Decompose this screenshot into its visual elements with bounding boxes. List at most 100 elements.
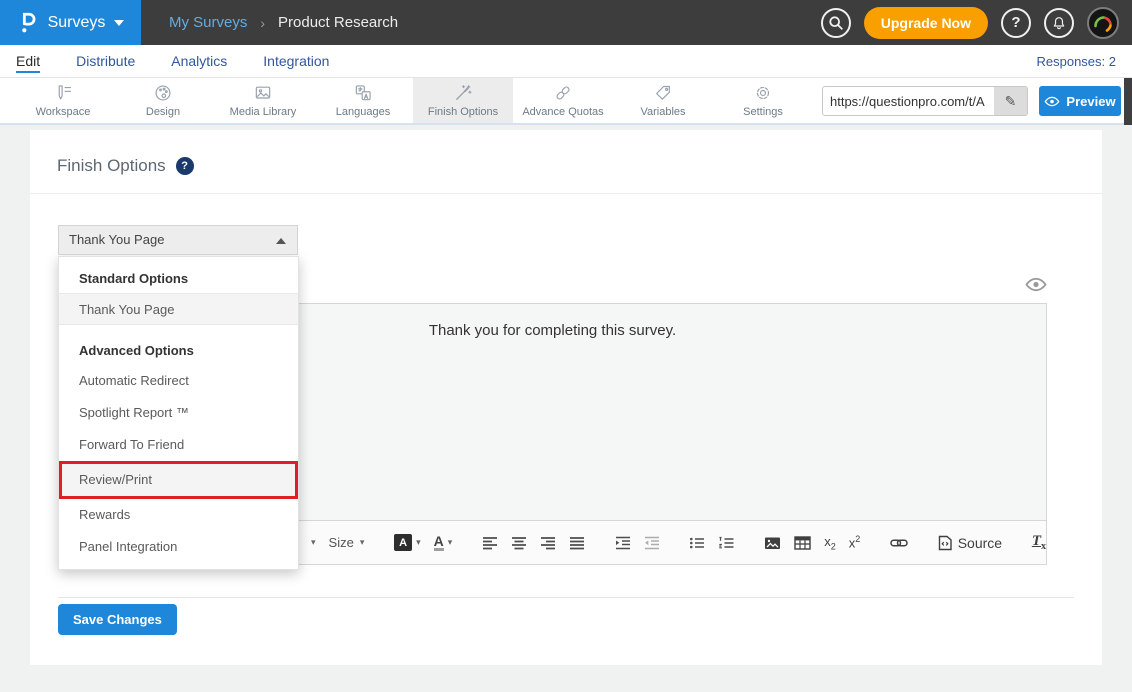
edit-url-button[interactable]: ✎ bbox=[994, 87, 1027, 115]
dropdown-item-rewards[interactable]: Rewards bbox=[59, 499, 298, 531]
section-help-button[interactable]: ? bbox=[176, 157, 194, 175]
source-button[interactable]: Source bbox=[938, 535, 1002, 551]
search-icon bbox=[828, 15, 844, 31]
breadcrumb: My Surveys › Product Research bbox=[169, 14, 398, 31]
breadcrumb-parent-link[interactable]: My Surveys bbox=[169, 14, 247, 31]
tab-analytics[interactable]: Analytics bbox=[171, 53, 227, 69]
question-mark-icon: ? bbox=[1011, 14, 1020, 31]
dropdown-spacer bbox=[59, 325, 298, 337]
palette-icon bbox=[153, 83, 173, 103]
align-center-button[interactable] bbox=[511, 535, 527, 551]
preview-button[interactable]: Preview bbox=[1039, 86, 1121, 116]
numbered-list-icon bbox=[718, 535, 734, 551]
ribbon-item-workspace[interactable]: Workspace bbox=[13, 78, 113, 123]
ribbon-item-label: Workspace bbox=[36, 106, 91, 118]
justify-button[interactable] bbox=[569, 535, 585, 551]
link-icon bbox=[890, 535, 908, 551]
align-left-button[interactable] bbox=[482, 535, 498, 551]
insert-link-button[interactable] bbox=[890, 535, 908, 551]
ribbon-item-variables[interactable]: Variables bbox=[613, 78, 713, 123]
pencil-icon: ✎ bbox=[1005, 93, 1017, 110]
insert-image-button[interactable] bbox=[764, 535, 781, 551]
subscript-button[interactable]: x2 bbox=[824, 534, 836, 552]
text-color-button[interactable]: A ▾ bbox=[434, 534, 453, 551]
brand-label: Surveys bbox=[48, 14, 106, 32]
panel-header: Finish Options ? bbox=[57, 156, 194, 176]
tab-edit[interactable]: Edit bbox=[16, 53, 40, 69]
dropdown-item-review-print[interactable]: Review/Print bbox=[59, 461, 298, 499]
align-right-button[interactable] bbox=[540, 535, 556, 551]
finish-options-panel: Finish Options ? Thank you for completin… bbox=[30, 130, 1102, 665]
justify-icon bbox=[569, 535, 585, 551]
chain-links-icon bbox=[553, 83, 573, 103]
ribbon-item-label: Finish Options bbox=[428, 106, 498, 118]
search-button[interactable] bbox=[821, 8, 851, 38]
superscript-button[interactable]: x2 bbox=[849, 534, 861, 550]
insert-table-icon bbox=[794, 535, 811, 551]
ribbon-item-advance-quotas[interactable]: Advance Quotas bbox=[513, 78, 613, 123]
breadcrumb-separator: › bbox=[260, 15, 265, 31]
save-changes-button[interactable]: Save Changes bbox=[58, 604, 177, 635]
align-right-icon bbox=[540, 535, 556, 551]
chevron-up-icon bbox=[276, 238, 286, 244]
product-switcher[interactable]: Surveys bbox=[0, 0, 141, 45]
font-dropdown-caret-icon[interactable]: ▾ bbox=[311, 537, 316, 548]
dropdown-item-thank-you-page[interactable]: Thank You Page bbox=[59, 293, 298, 325]
translate-icon bbox=[353, 83, 373, 103]
decrease-indent-button[interactable] bbox=[644, 535, 660, 551]
scrollbar-thumb[interactable] bbox=[1124, 78, 1132, 125]
ribbon-item-label: Variables bbox=[640, 106, 685, 118]
questionpro-app: Surveys My Surveys › Product Research Up… bbox=[0, 0, 1132, 692]
account-menu-button[interactable] bbox=[1087, 7, 1119, 39]
ribbon-item-label: Advance Quotas bbox=[522, 106, 603, 118]
dropdown-group-standard: Standard Options bbox=[59, 265, 298, 293]
remove-format-button[interactable]: Tx bbox=[1032, 533, 1046, 552]
bell-icon bbox=[1051, 15, 1067, 31]
eye-icon bbox=[1044, 96, 1060, 107]
chevron-down-icon: ▾ bbox=[360, 537, 365, 548]
source-code-icon bbox=[938, 535, 952, 551]
notifications-button[interactable] bbox=[1044, 8, 1074, 38]
tab-distribute[interactable]: Distribute bbox=[76, 53, 135, 69]
ribbon-item-label: Languages bbox=[336, 106, 390, 118]
responses-count[interactable]: Responses: 2 bbox=[1037, 54, 1132, 69]
increase-indent-button[interactable] bbox=[615, 535, 631, 551]
topbar-actions: Upgrade Now ? bbox=[821, 7, 1132, 39]
dropdown-item-spotlight-report[interactable]: Spotlight Report ™ bbox=[59, 397, 298, 429]
bullet-list-icon bbox=[689, 535, 705, 551]
upgrade-now-button[interactable]: Upgrade Now bbox=[864, 7, 988, 39]
dropdown-group-advanced: Advanced Options bbox=[59, 337, 298, 365]
ribbon-item-languages[interactable]: Languages bbox=[313, 78, 413, 123]
chevron-down-icon bbox=[114, 20, 124, 26]
editor-preview-toggle[interactable] bbox=[1025, 277, 1047, 297]
survey-url-input[interactable] bbox=[823, 87, 994, 115]
footer-divider bbox=[58, 597, 1074, 598]
ribbon-item-label: Media Library bbox=[230, 106, 297, 118]
insert-table-button[interactable] bbox=[794, 535, 811, 551]
ribbon-item-finish-options[interactable]: Finish Options bbox=[413, 78, 513, 123]
tab-integration[interactable]: Integration bbox=[263, 53, 329, 69]
font-size-dropdown[interactable]: Size ▾ bbox=[329, 535, 365, 550]
background-color-button[interactable]: A ▾ bbox=[394, 534, 421, 551]
section-tabs: Edit Distribute Analytics Integration Re… bbox=[0, 45, 1132, 78]
gear-icon bbox=[753, 83, 773, 103]
bullet-list-button[interactable] bbox=[689, 535, 705, 551]
eye-icon bbox=[1025, 277, 1047, 292]
dropdown-item-panel-integration[interactable]: Panel Integration bbox=[59, 531, 298, 563]
header-divider bbox=[30, 193, 1102, 194]
help-button[interactable]: ? bbox=[1001, 8, 1031, 38]
chevron-down-icon: ▾ bbox=[416, 537, 421, 548]
finish-option-select[interactable]: Thank You Page bbox=[58, 225, 298, 255]
selected-option-label: Thank You Page bbox=[69, 232, 164, 247]
text-color-icon: A bbox=[434, 534, 444, 551]
ribbon-item-design[interactable]: Design bbox=[113, 78, 213, 123]
ribbon-item-media-library[interactable]: Media Library bbox=[213, 78, 313, 123]
dropdown-item-automatic-redirect[interactable]: Automatic Redirect bbox=[59, 365, 298, 397]
question-mark-icon: ? bbox=[181, 160, 188, 172]
numbered-list-button[interactable] bbox=[718, 535, 734, 551]
top-navbar: Surveys My Surveys › Product Research Up… bbox=[0, 0, 1132, 45]
dropdown-item-forward-to-friend[interactable]: Forward To Friend bbox=[59, 429, 298, 461]
ribbon-item-settings[interactable]: Settings bbox=[713, 78, 813, 123]
survey-url-field: ✎ bbox=[822, 86, 1028, 116]
ribbon-item-label: Design bbox=[146, 106, 180, 118]
